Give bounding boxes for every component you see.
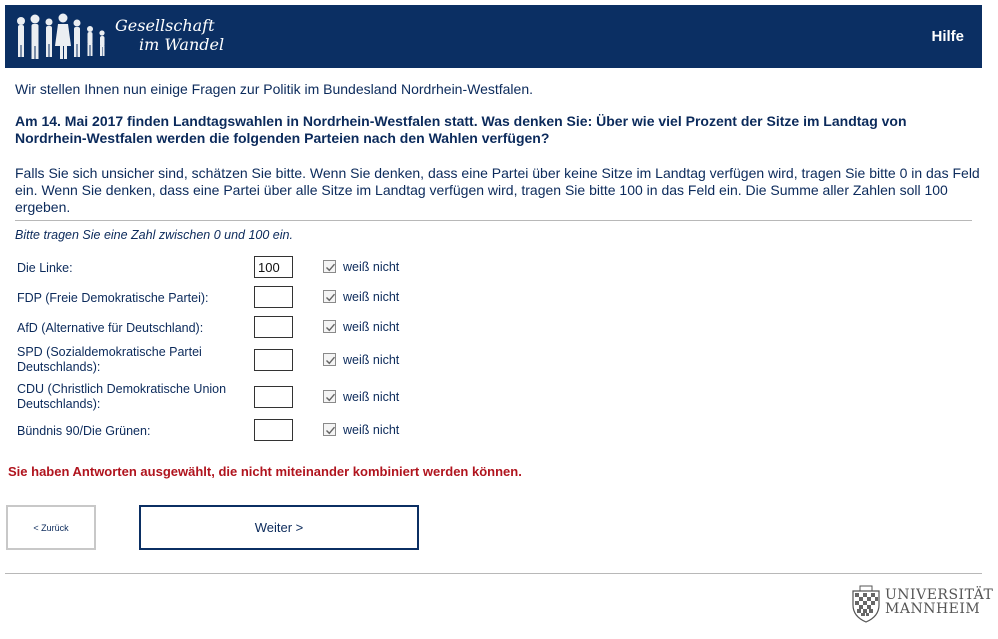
university-logo: UNIVERSITÄT MANNHEIM <box>849 585 993 625</box>
dont-know-checkbox-linke[interactable] <box>323 260 336 273</box>
percent-input-fdp[interactable] <box>254 286 293 308</box>
back-button[interactable]: < Zurück <box>6 505 96 550</box>
dont-know-label: weiß nicht <box>343 390 400 404</box>
dont-know-label: weiß nicht <box>343 423 400 437</box>
instruction-note: Falls Sie sich unsicher sind, schätzen S… <box>15 165 980 215</box>
dont-know-label: weiß nicht <box>343 353 400 367</box>
dont-know-checkbox-cdu[interactable] <box>323 390 336 403</box>
percent-input-spd[interactable] <box>254 349 293 371</box>
dont-know-checkbox-afd[interactable] <box>323 320 336 333</box>
party-row-linke: Die Linke: weiß nicht <box>17 255 437 279</box>
university-wordmark: UNIVERSITÄT MANNHEIM <box>885 588 993 616</box>
party-row-cdu: CDU (Christlich Demokratische Union Deut… <box>17 381 437 413</box>
intro-text: Wir stellen Ihnen nun einige Fragen zur … <box>15 81 534 97</box>
help-link[interactable]: Hilfe <box>931 28 964 45</box>
party-label: Bündnis 90/Die Grünen: <box>17 424 151 438</box>
divider <box>15 220 972 221</box>
header-banner: Gesellschaft im Wandel Hilfe <box>5 5 982 68</box>
percent-input-linke[interactable] <box>254 256 293 278</box>
question-text: Am 14. Mai 2017 finden Landtagswahlen in… <box>15 113 907 146</box>
party-row-gruene: Bündnis 90/Die Grünen: weiß nicht <box>17 418 437 442</box>
logo-line-2: im Wandel <box>139 35 225 54</box>
checkmark-icon <box>326 293 336 302</box>
logo-wordmark: Gesellschaft im Wandel <box>115 16 224 54</box>
next-button[interactable]: Weiter > <box>139 505 419 550</box>
error-message: Sie haben Antworten ausgewählt, die nich… <box>8 464 522 479</box>
checkmark-icon <box>326 323 336 332</box>
checkmark-icon <box>326 356 336 365</box>
party-label: CDU (Christlich Demokratische Union Deut… <box>17 382 227 411</box>
percent-input-afd[interactable] <box>254 316 293 338</box>
dont-know-label: weiß nicht <box>343 290 400 304</box>
checkmark-icon <box>326 263 336 272</box>
input-hint: Bitte tragen Sie eine Zahl zwischen 0 un… <box>15 228 293 242</box>
checkmark-icon <box>326 426 336 435</box>
percent-input-gruene[interactable] <box>254 419 293 441</box>
crest-icon <box>852 585 880 623</box>
checkmark-icon <box>326 393 336 402</box>
dont-know-label: weiß nicht <box>343 260 400 274</box>
party-row-fdp: FDP (Freie Demokratische Partei): weiß n… <box>17 285 437 309</box>
logo-line-1: Gesellschaft <box>115 16 215 35</box>
party-label: Die Linke: <box>17 261 73 275</box>
dont-know-checkbox-fdp[interactable] <box>323 290 336 303</box>
footer-divider <box>5 573 982 574</box>
dont-know-checkbox-spd[interactable] <box>323 353 336 366</box>
uni-line-2: MANNHEIM <box>885 601 981 617</box>
party-row-afd: AfD (Alternative für Deutschland): weiß … <box>17 315 437 339</box>
people-silhouettes-logo <box>17 13 105 59</box>
uni-line-1: UNIVERSITÄT <box>885 587 994 603</box>
party-label: FDP (Freie Demokratische Partei): <box>17 291 209 305</box>
party-row-spd: SPD (Sozialdemokratische Partei Deutschl… <box>17 344 437 376</box>
party-label: SPD (Sozialdemokratische Partei Deutschl… <box>17 345 202 374</box>
percent-input-cdu[interactable] <box>254 386 293 408</box>
dont-know-checkbox-gruene[interactable] <box>323 423 336 436</box>
party-label: AfD (Alternative für Deutschland): <box>17 321 204 335</box>
dont-know-label: weiß nicht <box>343 320 400 334</box>
